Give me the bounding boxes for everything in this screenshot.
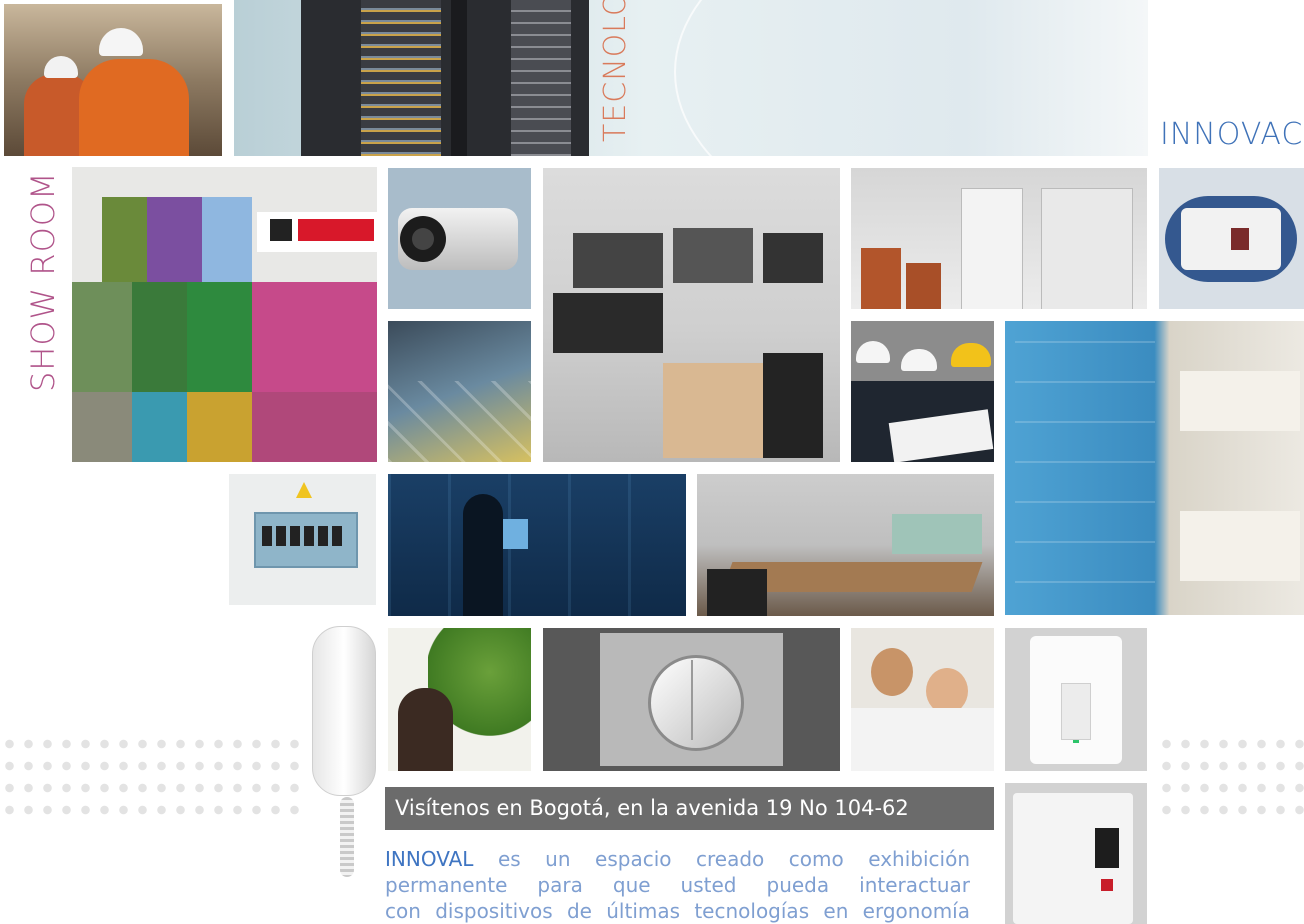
intro-line-3: con dispositivos de últimas tecnologías … [385, 899, 970, 923]
raised-floor-photo [388, 321, 531, 462]
intercom-phone-photo [310, 622, 380, 884]
electrical-panels-photo [851, 168, 1147, 309]
breaker-panel-photo [229, 474, 376, 605]
dot-pattern-left [0, 733, 308, 821]
wall-plate-photo [1159, 168, 1304, 309]
breaker-switch-photo [1005, 783, 1147, 924]
legrand-wall-photo [72, 167, 377, 462]
round-switch-photo [543, 628, 840, 771]
touchscreen-photo [388, 474, 686, 616]
plant-photo [388, 628, 531, 771]
intro-line-2: permanente para que usted pueda interact… [385, 873, 970, 897]
brand-name: INNOVAL [385, 847, 474, 871]
server-rack-photo [301, 0, 589, 156]
glass-display-photo [1005, 321, 1304, 615]
tecnologia-label: TECNOLOGÍA [598, 0, 633, 142]
intro-paragraph: INNOVAL es un espacio creado como exhibi… [385, 846, 970, 924]
light-switch-photo [1005, 628, 1147, 771]
visit-caption: Visítenos en Bogotá, en la avenida 19 No… [385, 787, 994, 830]
control-room-photo [543, 168, 840, 462]
meeting-room-photo [697, 474, 994, 616]
engineers-photo [851, 321, 994, 462]
security-camera-photo [388, 168, 531, 309]
showroom-label: SHOW ROOM [24, 171, 62, 392]
intro-line-1: INNOVAL es un espacio creado como exhibi… [385, 847, 970, 871]
innovacion-label: INNOVACIÓN [1160, 117, 1304, 152]
construction-workers-photo [4, 4, 222, 156]
couple-photo [851, 628, 994, 771]
dot-pattern-right [1157, 733, 1304, 821]
